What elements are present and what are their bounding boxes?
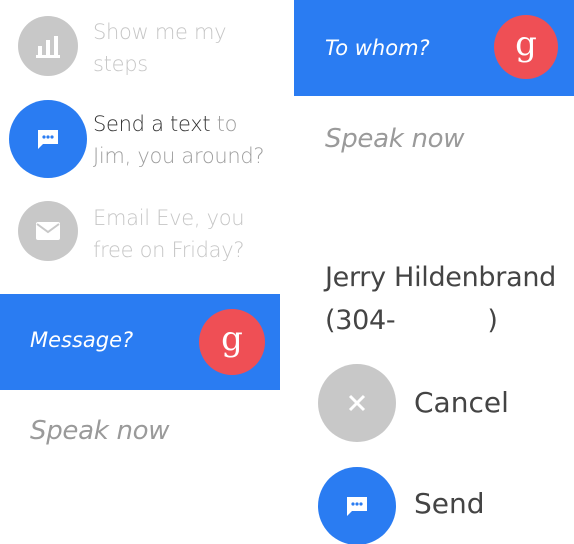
steps-suggestion-text[interactable]: Show me my steps: [93, 16, 227, 80]
suggestion-command: Show me my: [93, 20, 227, 44]
suggestion-rest: Jim, you around?: [93, 144, 265, 168]
send-button[interactable]: [318, 467, 396, 544]
email-suggestion-button[interactable]: [18, 201, 78, 261]
cancel-button[interactable]: [318, 364, 396, 442]
send-label[interactable]: Send: [414, 487, 485, 520]
message-icon: [347, 497, 367, 516]
suggestion-rest: free on Friday?: [93, 238, 245, 262]
cancel-label[interactable]: Cancel: [414, 386, 509, 419]
google-g-icon: g: [515, 24, 537, 64]
to-whom-screen: To whom? g Speak now: [294, 0, 574, 250]
message-screen: Message? g Speak now: [0, 294, 280, 544]
email-suggestion-text[interactable]: Email Eve, you free on Friday?: [93, 202, 245, 266]
message-header: Message? g: [0, 294, 280, 390]
close-icon: [348, 394, 366, 412]
google-mic-button[interactable]: g: [199, 309, 265, 375]
bar-chart-icon: [36, 36, 60, 58]
send-text-suggestion-text[interactable]: Send a text to Jim, you around?: [93, 108, 265, 172]
suggestion-command: Email: [93, 206, 150, 230]
confirm-screen: Jerry Hildenbrand (304-) Cancel Send: [294, 264, 574, 544]
contact-phone-suffix: ): [487, 305, 498, 336]
speak-now-hint: Speak now: [325, 124, 465, 154]
to-whom-prompt: To whom?: [325, 36, 430, 60]
google-mic-button[interactable]: g: [494, 15, 558, 79]
message-prompt: Message?: [30, 328, 134, 352]
steps-suggestion-button[interactable]: [18, 16, 78, 76]
message-icon: [38, 130, 58, 149]
send-text-suggestion-button[interactable]: [9, 100, 87, 178]
contact-name: Jerry Hildenbrand: [325, 264, 556, 293]
speak-now-hint: Speak now: [30, 416, 170, 446]
suggestion-rest-inline: to: [216, 112, 238, 136]
suggestion-rest-inline: Eve, you: [156, 206, 245, 230]
suggestion-command: Send a text: [93, 112, 211, 136]
email-icon: [36, 222, 60, 240]
contact-phone: (304-): [325, 305, 498, 336]
suggestion-list: Show me my steps Send a text to Jim, you…: [0, 0, 280, 280]
google-g-icon: g: [221, 319, 243, 359]
suggestion-rest: steps: [93, 52, 148, 76]
contact-phone-prefix: (304-: [325, 305, 396, 336]
to-whom-header: To whom? g: [294, 0, 574, 96]
